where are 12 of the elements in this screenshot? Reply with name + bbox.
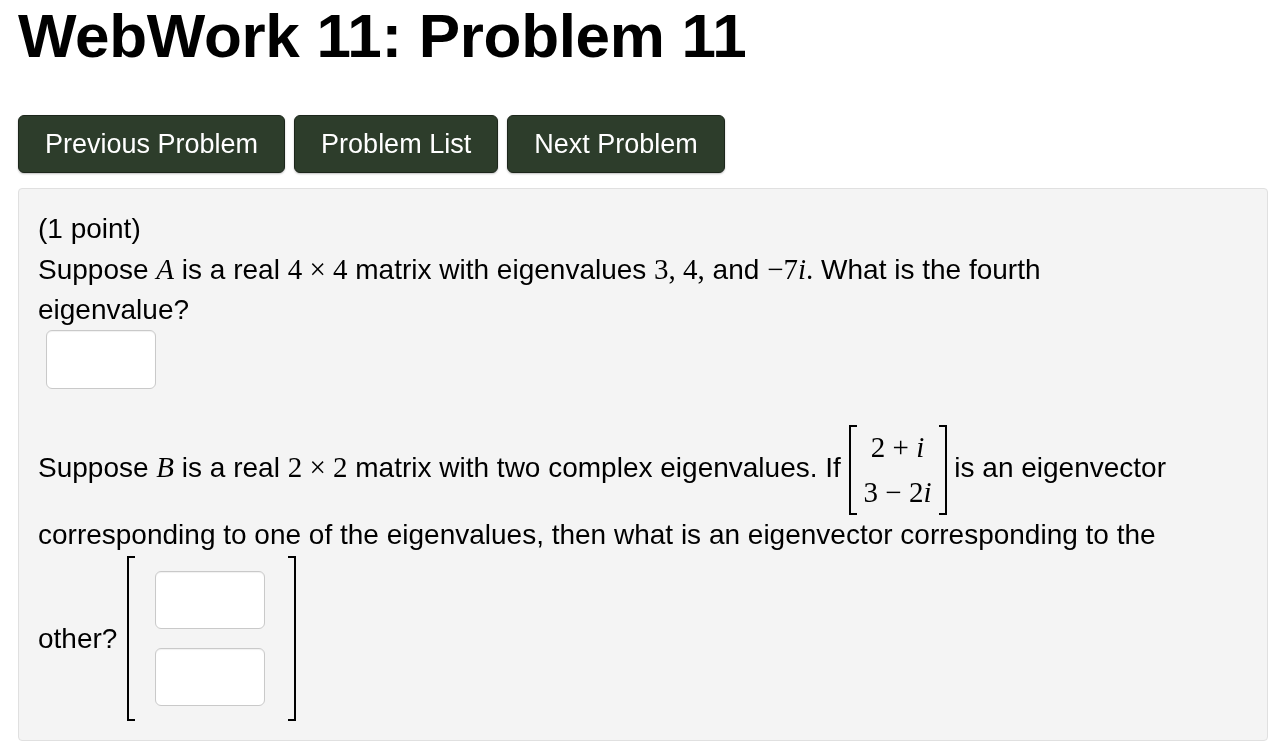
points-label: (1 point) <box>38 212 141 246</box>
answer-field[interactable] <box>155 648 266 706</box>
nav-button[interactable]: Problem List <box>294 115 499 173</box>
question-text: Suppose A is a real 4 × 4 matrix with eigenvalues 3, 4, and −7i. What is the fourth eigenvalue? <box>38 252 1042 327</box>
answer-field[interactable] <box>155 571 266 629</box>
page-title: WebWork 11: Problem 11 <box>18 0 747 72</box>
bracket-icon <box>288 556 297 721</box>
answer-field[interactable] <box>46 330 156 389</box>
nav-button[interactable]: Next Problem <box>507 115 725 173</box>
nav-button[interactable]: Previous Problem <box>18 115 286 173</box>
question-text: other? <box>38 621 118 656</box>
bracket-icon <box>127 556 136 721</box>
